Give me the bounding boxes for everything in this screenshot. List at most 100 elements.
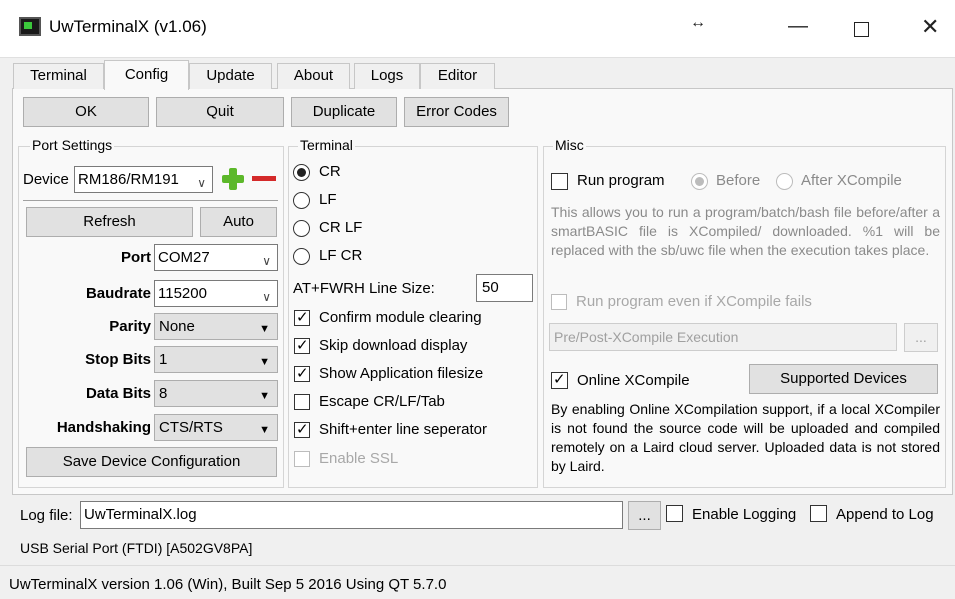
app-icon	[19, 17, 41, 36]
skip-download-label: Skip download display	[319, 337, 468, 354]
chevron-down-icon: ∨	[262, 254, 271, 268]
parity-dropdown[interactable]: None ▼	[154, 313, 278, 340]
log-browse-button[interactable]: ...	[628, 501, 661, 530]
title-bar: UwTerminalX (v1.06) ↔ — ✕	[0, 0, 955, 58]
radio-lf[interactable]	[293, 192, 310, 209]
add-device-icon[interactable]	[221, 167, 245, 191]
tab-about[interactable]: About	[277, 63, 350, 89]
supported-devices-button[interactable]: Supported Devices	[749, 364, 938, 394]
divider	[23, 200, 278, 201]
resize-cursor-icon: ↔	[690, 14, 706, 31]
tab-terminal[interactable]: Terminal	[13, 63, 104, 89]
skip-download-checkbox[interactable]	[294, 336, 310, 354]
refresh-button[interactable]: Refresh	[26, 207, 193, 237]
stopbits-dropdown[interactable]: 1 ▼	[154, 346, 278, 373]
tab-update[interactable]: Update	[189, 63, 272, 89]
port-label: Port	[121, 249, 151, 266]
run-program-description: This allows you to run a program/batch/b…	[551, 204, 940, 258]
minimize-button[interactable]: —	[788, 15, 808, 38]
radio-lfcr[interactable]	[293, 248, 310, 265]
escape-crlf-checkbox[interactable]	[294, 394, 310, 410]
log-file-label: Log file:	[20, 507, 73, 524]
status-bar-version: UwTerminalX version 1.06 (Win), Built Se…	[9, 576, 447, 593]
handshaking-label: Handshaking	[56, 419, 151, 436]
databits-dropdown[interactable]: 8 ▼	[154, 380, 278, 407]
device-label: Device	[23, 171, 69, 188]
auto-button[interactable]: Auto	[200, 207, 277, 237]
error-codes-button[interactable]: Error Codes	[404, 97, 509, 127]
device-value: RM186/RM191	[78, 171, 179, 188]
baudrate-combo[interactable]: 115200 ∨	[154, 280, 278, 307]
radio-cr[interactable]	[293, 164, 310, 181]
run-even-if-fails-checkbox[interactable]	[551, 294, 567, 310]
shift-enter-checkbox[interactable]	[294, 420, 310, 438]
device-combo[interactable]: RM186/RM191 ∨	[74, 166, 213, 193]
stopbits-value: 1	[159, 351, 168, 368]
enable-logging-label: Enable Logging	[692, 506, 797, 523]
handshaking-dropdown[interactable]: CTS/RTS ▼	[154, 414, 278, 441]
radio-cr-label: CR	[319, 163, 341, 180]
append-log-label: Append to Log	[836, 506, 934, 523]
online-xcompile-checkbox[interactable]	[551, 370, 568, 389]
databits-value: 8	[159, 385, 168, 402]
ok-button[interactable]: OK	[23, 97, 149, 127]
status-divider	[0, 565, 955, 566]
save-device-config-button[interactable]: Save Device Configuration	[26, 447, 277, 477]
caret-down-icon: ▼	[259, 356, 270, 368]
radio-after-label: After XCompile	[801, 172, 902, 189]
terminal-title: Terminal	[298, 137, 355, 153]
append-log-checkbox[interactable]	[810, 505, 827, 522]
tab-logs[interactable]: Logs	[354, 63, 420, 89]
radio-lfcr-label: LF CR	[319, 247, 363, 264]
run-even-if-fails-label: Run program even if XCompile fails	[576, 293, 812, 310]
line-size-label: AT+FWRH Line Size:	[293, 280, 435, 297]
port-info-text: USB Serial Port (FTDI) [A502GV8PA]	[20, 540, 253, 556]
handshaking-value: CTS/RTS	[159, 419, 223, 436]
show-filesize-checkbox[interactable]	[294, 364, 310, 382]
chevron-down-icon: ∨	[262, 290, 271, 304]
quit-button[interactable]: Quit	[156, 97, 284, 127]
enable-ssl-label: Enable SSL	[319, 450, 399, 467]
maximize-button[interactable]	[854, 22, 869, 37]
radio-lf-label: LF	[319, 191, 337, 208]
databits-label: Data Bits	[85, 385, 151, 402]
run-program-checkbox[interactable]	[551, 173, 568, 190]
exec-path-input[interactable]: Pre/Post-XCompile Execution	[549, 323, 897, 351]
radio-before[interactable]	[691, 173, 708, 190]
radio-before-label: Before	[716, 172, 761, 189]
misc-title: Misc	[553, 137, 586, 153]
radio-after[interactable]	[776, 173, 793, 190]
caret-down-icon: ▼	[259, 390, 270, 402]
parity-value: None	[159, 318, 195, 335]
chevron-down-icon: ∨	[197, 176, 206, 190]
confirm-clearing-label: Confirm module clearing	[319, 309, 482, 326]
radio-crlf-label: CR LF	[319, 219, 363, 236]
tab-config[interactable]: Config	[104, 60, 189, 90]
duplicate-button[interactable]: Duplicate	[291, 97, 397, 127]
stopbits-label: Stop Bits	[85, 351, 151, 368]
baudrate-label: Baudrate	[85, 285, 151, 302]
line-size-input[interactable]: 50	[476, 274, 533, 302]
exec-browse-button[interactable]: ...	[904, 323, 938, 352]
port-settings-title: Port Settings	[30, 137, 115, 153]
run-program-label: Run program	[577, 172, 665, 189]
close-button[interactable]: ✕	[921, 14, 939, 40]
confirm-clearing-checkbox[interactable]	[294, 308, 310, 326]
baudrate-value: 115200	[158, 285, 207, 302]
port-combo[interactable]: COM27 ∨	[154, 244, 278, 271]
escape-crlf-label: Escape CR/LF/Tab	[319, 393, 445, 410]
online-xcompile-description: By enabling Online XCompilation support,…	[551, 401, 940, 474]
port-value: COM27	[158, 249, 210, 266]
tab-editor[interactable]: Editor	[420, 63, 495, 89]
caret-down-icon: ▼	[259, 323, 270, 335]
log-file-input[interactable]: UwTerminalX.log	[80, 501, 623, 529]
caret-down-icon: ▼	[259, 424, 270, 436]
parity-label: Parity	[109, 318, 151, 335]
online-xcompile-label: Online XCompile	[577, 372, 690, 389]
show-filesize-label: Show Application filesize	[319, 365, 484, 382]
window-title: UwTerminalX (v1.06)	[49, 17, 207, 36]
remove-device-icon[interactable]	[252, 176, 276, 181]
enable-logging-checkbox[interactable]	[666, 505, 683, 522]
radio-crlf[interactable]	[293, 220, 310, 237]
enable-ssl-checkbox[interactable]	[294, 451, 310, 467]
